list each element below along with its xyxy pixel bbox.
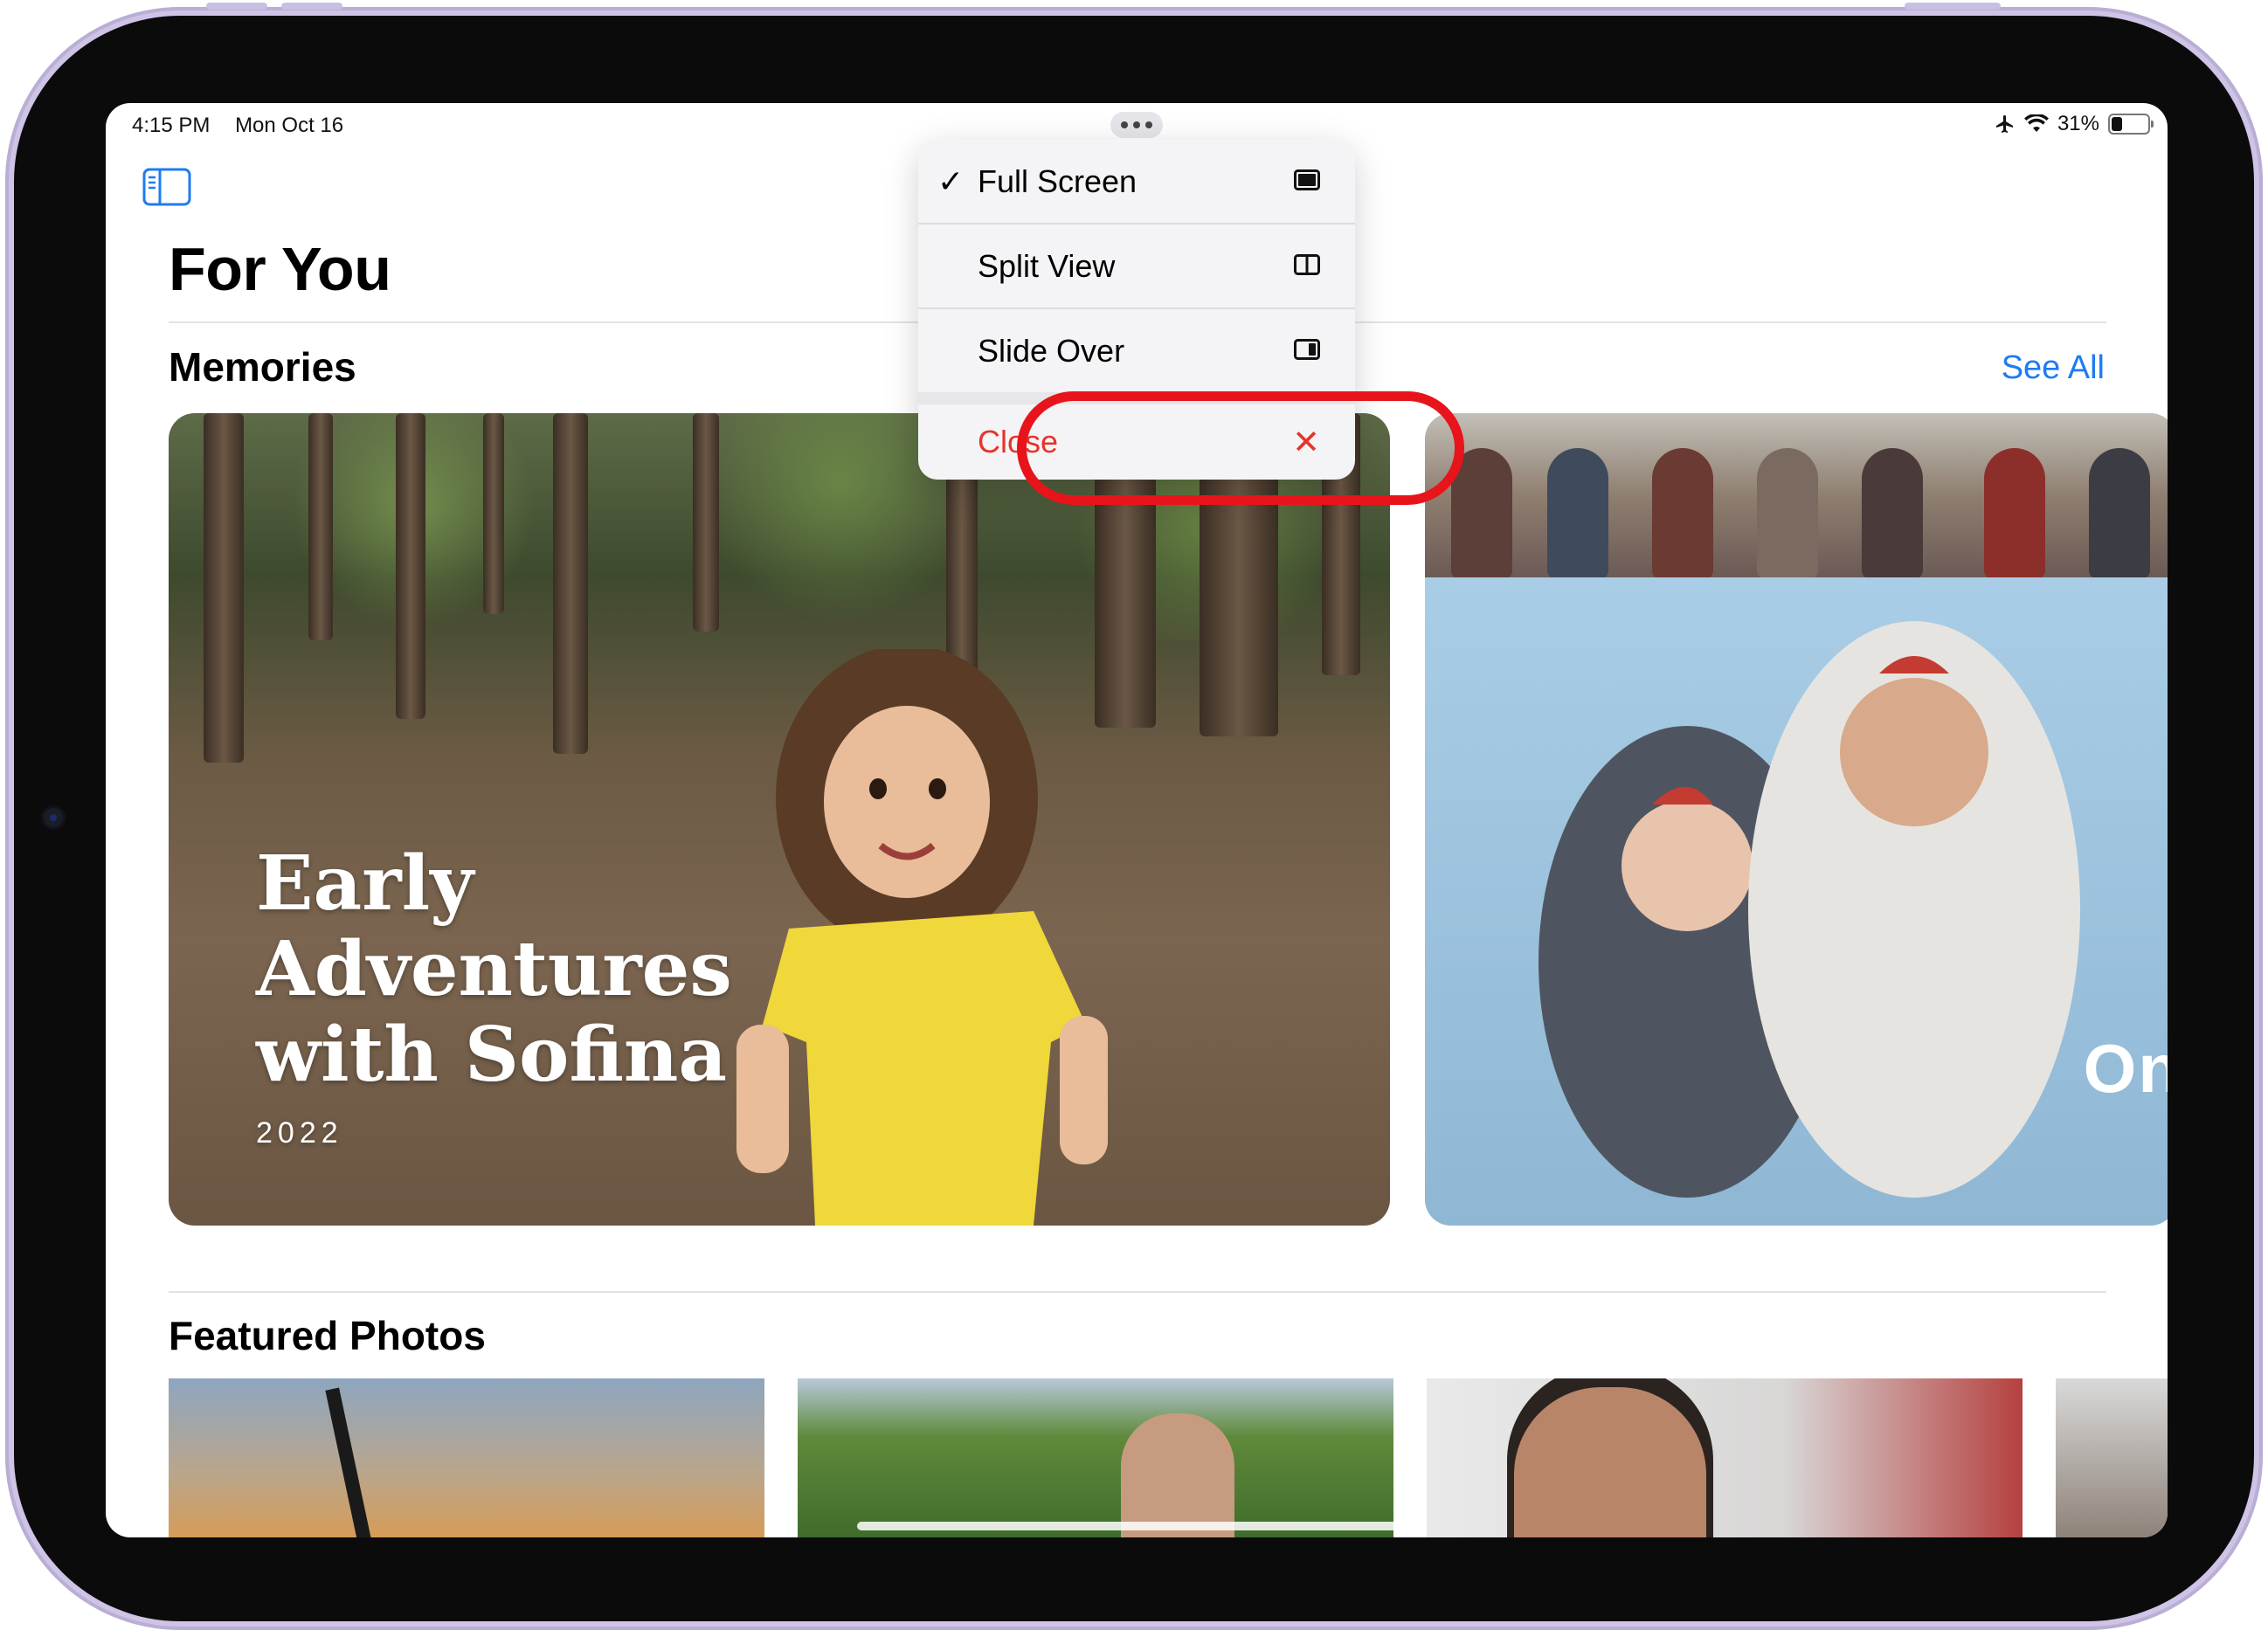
menu-item-split-view[interactable]: Split View bbox=[918, 224, 1355, 307]
menu-item-full-screen[interactable]: ✓ Full Screen bbox=[918, 140, 1355, 223]
tree-trunk bbox=[396, 413, 425, 719]
dot-icon bbox=[1133, 121, 1140, 128]
menu-item-slide-over[interactable]: Slide Over bbox=[918, 309, 1355, 392]
memory-card[interactable]: On bbox=[1425, 413, 2168, 1226]
memory-title-line: Early bbox=[256, 839, 474, 928]
crowd-figure bbox=[1547, 448, 1608, 579]
girl-photo bbox=[736, 649, 1108, 1226]
tree-trunk bbox=[693, 413, 719, 632]
crowd-figure bbox=[1757, 448, 1818, 579]
featured-section-title: Featured Photos bbox=[169, 1313, 486, 1358]
featured-photo[interactable] bbox=[2056, 1378, 2168, 1537]
volume-button bbox=[281, 3, 342, 10]
memory-year: 2022 bbox=[256, 1116, 343, 1150]
tree-trunk bbox=[204, 413, 244, 763]
multitasking-button[interactable] bbox=[1110, 112, 1163, 138]
child-face bbox=[1121, 1413, 1234, 1537]
page-title: For You bbox=[169, 235, 391, 303]
dot-icon bbox=[1121, 121, 1128, 128]
pole-silhouette bbox=[325, 1387, 376, 1537]
crowd-photo bbox=[1425, 413, 2168, 579]
divider bbox=[169, 1291, 2106, 1293]
memory-title-partial: On bbox=[2083, 1030, 2168, 1107]
crowd-figure bbox=[1984, 448, 2045, 579]
chicken-board-photo bbox=[1425, 577, 2168, 1226]
status-bar-left: 4:15 PM Mon Oct 16 bbox=[132, 114, 363, 138]
volume-button bbox=[206, 3, 267, 10]
tree-trunk bbox=[553, 413, 588, 754]
tree-trunk bbox=[483, 413, 504, 614]
status-time: 4:15 PM bbox=[132, 114, 211, 137]
memory-title-line: with Sofina bbox=[256, 1011, 728, 1099]
screen: 4:15 PM Mon Oct 16 31% For You Memories … bbox=[106, 103, 2168, 1537]
dot-icon bbox=[1145, 121, 1152, 128]
menu-item-label: Slide Over bbox=[978, 332, 1125, 369]
chicken-cutouts bbox=[1539, 621, 2080, 1198]
status-bar-right: 31% bbox=[1995, 112, 2154, 136]
full-screen-icon bbox=[1294, 169, 1320, 190]
sidebar-toggle-icon[interactable] bbox=[142, 168, 191, 206]
see-all-link[interactable]: See All bbox=[2002, 349, 2105, 387]
menu-item-label: Full Screen bbox=[978, 162, 1137, 199]
split-view-icon bbox=[1294, 254, 1320, 275]
crowd-figure bbox=[1652, 448, 1713, 579]
memories-section-title: Memories bbox=[169, 344, 356, 390]
airplane-mode-icon bbox=[1995, 115, 2013, 133]
battery-percent: 31% bbox=[2057, 112, 2099, 135]
tree-trunk bbox=[308, 413, 333, 640]
woman-face bbox=[1514, 1387, 1706, 1537]
crowd-figure bbox=[2089, 448, 2150, 579]
battery-level bbox=[2112, 117, 2123, 131]
slide-over-icon bbox=[1294, 339, 1320, 360]
front-camera bbox=[44, 808, 63, 827]
memory-title-line: Adventures bbox=[256, 925, 732, 1013]
featured-photo[interactable] bbox=[169, 1378, 764, 1537]
highlight-ring bbox=[1017, 391, 1464, 505]
status-date: Mon Oct 16 bbox=[235, 114, 344, 137]
menu-item-label: Split View bbox=[978, 247, 1116, 284]
featured-photo[interactable] bbox=[798, 1378, 1393, 1537]
battery-icon bbox=[2108, 114, 2154, 135]
wifi-icon bbox=[2023, 114, 2049, 132]
checkmark-icon: ✓ bbox=[937, 162, 965, 199]
top-button bbox=[1905, 3, 2001, 10]
memory-title: Early Adventures with Sofina bbox=[256, 841, 732, 1098]
crowd-figure bbox=[1862, 448, 1923, 579]
featured-photo[interactable] bbox=[1427, 1378, 2023, 1537]
home-indicator[interactable] bbox=[857, 1522, 1416, 1530]
memory-card[interactable]: Early Adventures with Sofina 2022 bbox=[169, 413, 1390, 1226]
